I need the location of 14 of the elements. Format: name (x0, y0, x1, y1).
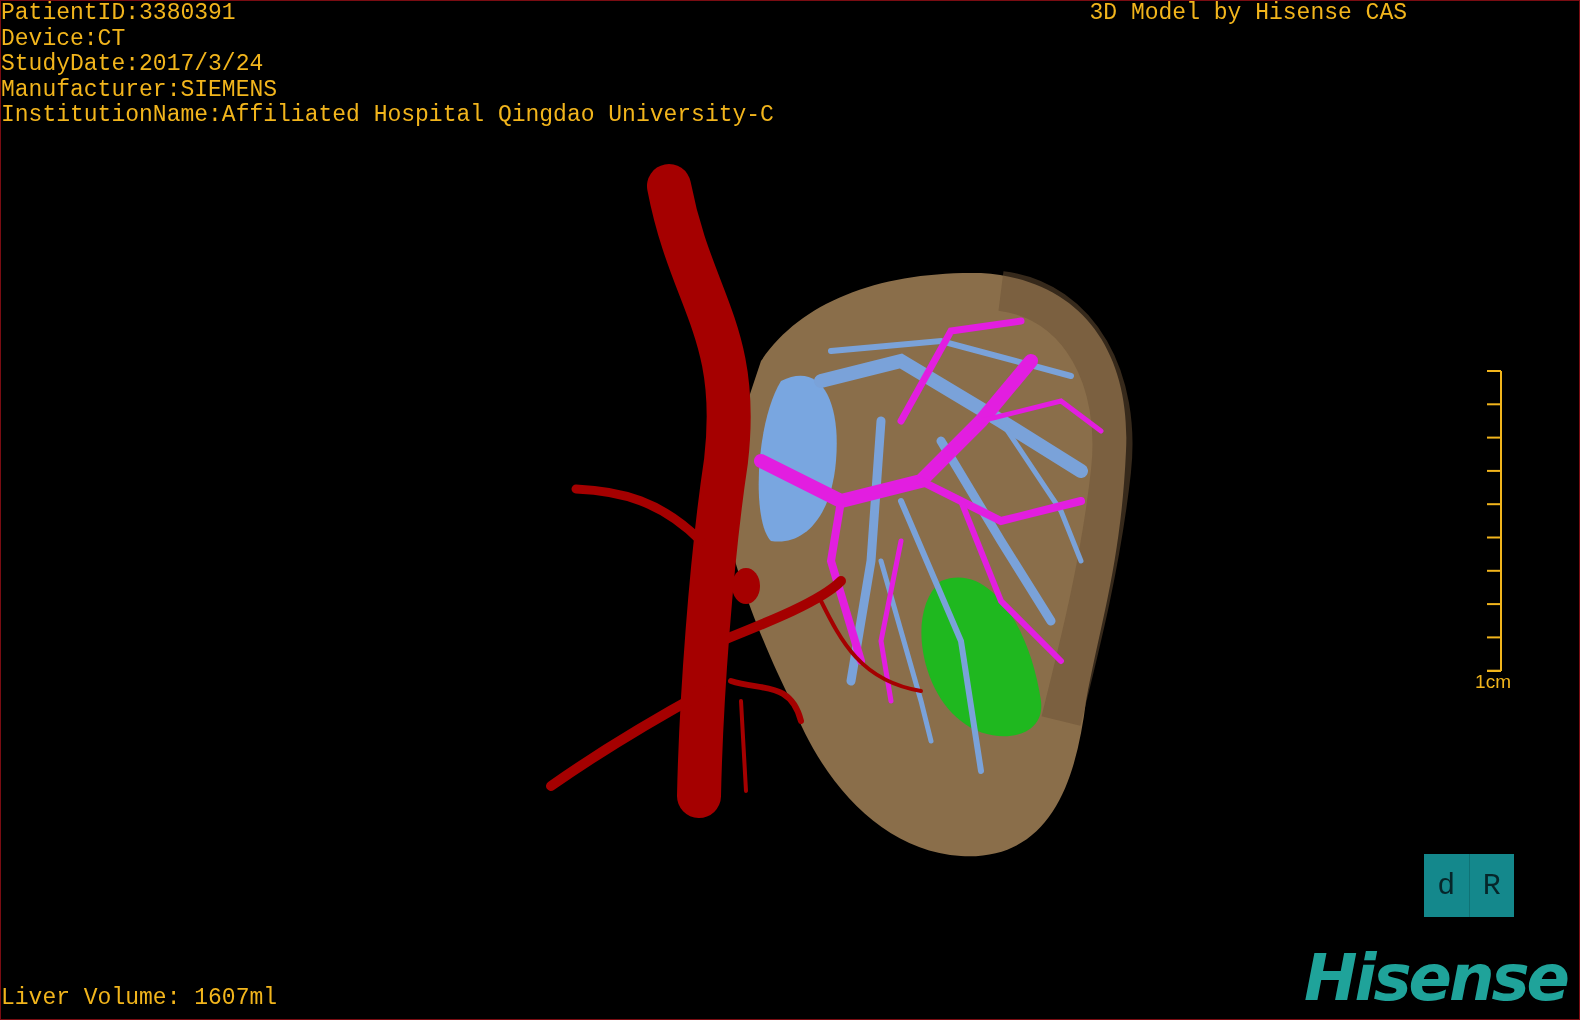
study-info-text: PatientID:3380391 (1, 1, 237, 27)
study-info-text: StudyDate:2017/3/24 (1, 52, 265, 78)
scale-label: 1cm (1475, 672, 1511, 693)
orientation-label: R (1468, 854, 1514, 917)
study-info-text: Device:CT (1, 26, 127, 52)
brand-logo: Hisense (1303, 945, 1569, 1011)
orientation-label: d (1436, 867, 1457, 905)
study-info-text: Manufacturer:SIEMENS (1, 77, 279, 103)
liver-volume-text: Liver Volume: 1607ml (1, 985, 278, 1011)
3d-viewport[interactable]: PatientID:3380391 Device:CT StudyDate:2017/3/24 Manufacturer:SIEMENS InstitutionName:Affiliated Hospital Qingdao University-C 3D Model by Hisense CAS 1cm Liver Volume: 1607ml d R Hisense (0, 0, 1580, 1020)
scale-bar-icon (1485, 370, 1503, 673)
study-info-text: InstitutionName:Affiliated Hospital Qingdao University-C (1, 103, 774, 129)
orientation-cube[interactable]: d R (1424, 854, 1514, 917)
model-title: 3D Model by Hisense CAS (1089, 1, 1407, 26)
